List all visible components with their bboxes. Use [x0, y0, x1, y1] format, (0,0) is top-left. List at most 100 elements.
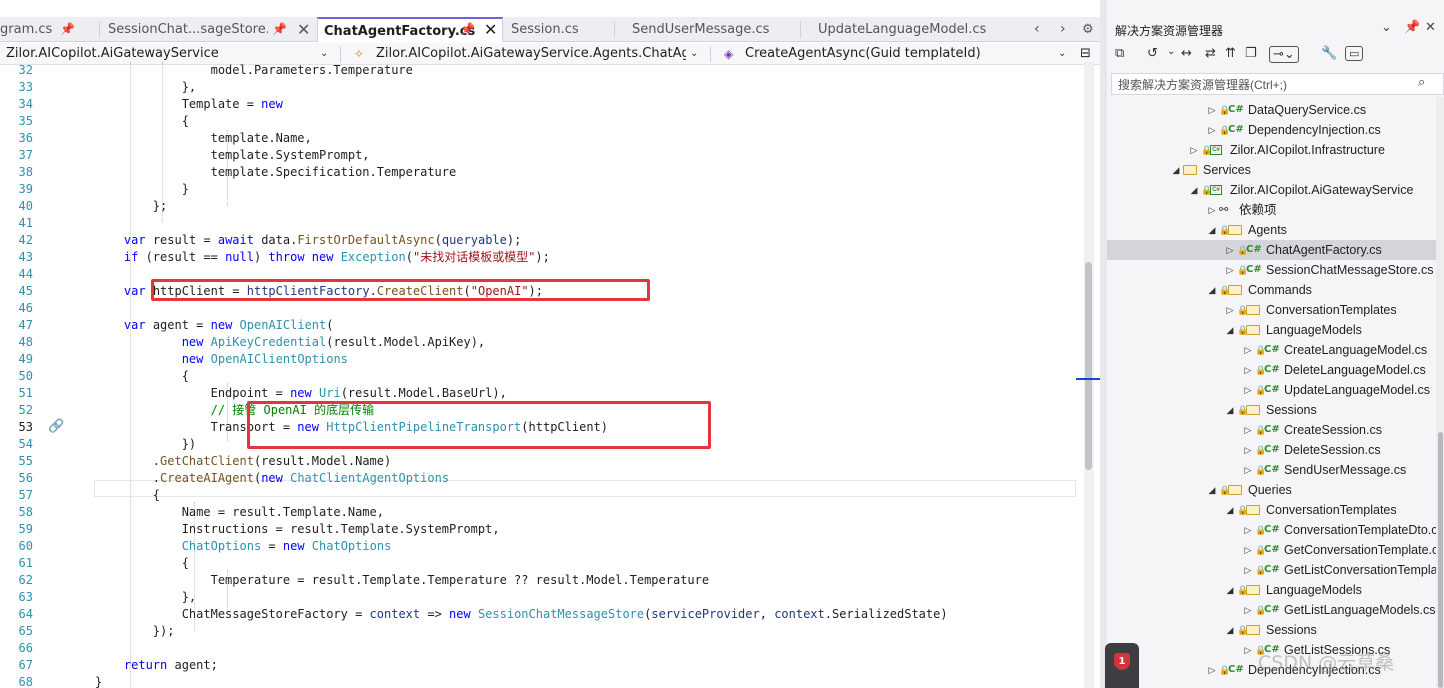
tree-node-deletesession-cs[interactable]: ▷ 🔒 C# DeleteSession.cs: [1107, 440, 1436, 460]
close-icon[interactable]: ✕: [1425, 20, 1436, 35]
pane-splitter[interactable]: [1100, 0, 1107, 688]
tree-node-getlistlanguagemodels-cs[interactable]: ▷ 🔒 C# GetListLanguageModels.cs: [1107, 600, 1436, 620]
search-icon[interactable]: ⌕: [1418, 75, 1425, 90]
solution-scroll-thumb[interactable]: [1438, 432, 1443, 688]
pin-icon[interactable]: 📌: [460, 17, 475, 42]
pin-icon[interactable]: 📌: [60, 17, 75, 42]
tab-label: SessionChat...sageStore.cs: [108, 22, 268, 37]
tree-node-createlanguagemodel-cs[interactable]: ▷ 🔒 C# CreateLanguageModel.cs: [1107, 340, 1436, 360]
gear-icon[interactable]: ⚙: [1082, 17, 1094, 42]
tree-node-sessions[interactable]: ◢ 🔒 Sessions: [1107, 400, 1436, 420]
tab-session[interactable]: Session.cs: [511, 17, 611, 42]
tree-node-chatagentfactory-cs[interactable]: ▷ 🔒 C# ChatAgentFactory.cs: [1107, 240, 1436, 260]
collapsed-arrow-icon[interactable]: ▷: [1243, 380, 1253, 400]
tree-node-sessions[interactable]: ◢ 🔒 Sessions: [1107, 620, 1436, 640]
notification-panel[interactable]: 1: [1105, 643, 1139, 688]
expanded-arrow-icon[interactable]: ◢: [1225, 500, 1235, 520]
preview-icon[interactable]: ▭: [1345, 46, 1364, 61]
close-icon[interactable]: ✕: [297, 17, 310, 42]
chevron-left-icon[interactable]: ‹: [1034, 17, 1040, 42]
tree-node-zilor-aicopilot-aigatewayservice[interactable]: ◢ 🔒 C# Zilor.AICopilot.AiGatewayService: [1107, 180, 1436, 200]
tree-node-conversationtemplates[interactable]: ◢ 🔒 ConversationTemplates: [1107, 500, 1436, 520]
close-icon[interactable]: ✕: [484, 17, 497, 42]
expanded-arrow-icon[interactable]: ◢: [1225, 320, 1235, 340]
csharp-file-icon: C#: [1264, 384, 1280, 395]
expanded-arrow-icon[interactable]: ◢: [1225, 400, 1235, 420]
collapsed-arrow-icon[interactable]: ▷: [1243, 540, 1253, 560]
collapsed-arrow-icon[interactable]: ▷: [1225, 240, 1235, 260]
collapsed-arrow-icon[interactable]: ▷: [1243, 560, 1253, 580]
collapsed-arrow-icon[interactable]: ▷: [1207, 200, 1217, 220]
switch-views-icon[interactable]: ⧉: [1115, 46, 1124, 61]
tree-node-conversationtemplatedto-cs[interactable]: ▷ 🔒 C# ConversationTemplateDto.cs: [1107, 520, 1444, 540]
highlight-box-transport: [247, 401, 711, 449]
collapse-all-icon[interactable]: ⇈: [1225, 46, 1236, 61]
collapsed-arrow-icon[interactable]: ▷: [1243, 600, 1253, 620]
expanded-arrow-icon[interactable]: ◢: [1207, 480, 1217, 500]
expanded-arrow-icon[interactable]: ◢: [1225, 580, 1235, 600]
collapsed-arrow-icon[interactable]: ▷: [1243, 340, 1253, 360]
tree-node-conversationtemplates[interactable]: ▷ 🔒 ConversationTemplates: [1107, 300, 1436, 320]
expanded-arrow-icon[interactable]: ◢: [1171, 160, 1181, 180]
properties-icon[interactable]: 🔧: [1321, 46, 1337, 61]
pin-icon[interactable]: 📌: [272, 17, 287, 42]
code-line: 61 {: [0, 555, 1085, 572]
tree-node-services[interactable]: ◢ Services: [1107, 160, 1436, 180]
tree-node-getlistconversationtemplates-cs[interactable]: ▷🔒C#GetListConversationTemplates.cs: [1107, 560, 1444, 580]
code-area[interactable]: 32 model.Parameters.Temperature 33 }, 34…: [0, 62, 1085, 688]
tab-send-user-message[interactable]: SendUserMessage.cs: [632, 17, 802, 42]
chevron-down-icon[interactable]: ⌄: [1381, 20, 1392, 35]
history-icon[interactable]: ↺: [1147, 46, 1158, 61]
line-number: 64: [18, 607, 33, 621]
expanded-arrow-icon[interactable]: ◢: [1207, 280, 1217, 300]
tree-node-createsession-cs[interactable]: ▷ 🔒 C# CreateSession.cs: [1107, 420, 1436, 440]
solution-search-input[interactable]: [1118, 76, 1408, 93]
solution-search-box[interactable]: ⌕: [1111, 73, 1444, 95]
filter-icon[interactable]: ⊸⌄: [1269, 46, 1299, 63]
tree-node-commands[interactable]: ◢ 🔒 Commands: [1107, 280, 1436, 300]
expanded-arrow-icon[interactable]: ◢: [1225, 620, 1235, 640]
tab-chat-agent-factory[interactable]: ChatAgentFactory.cs: [317, 17, 503, 42]
expanded-arrow-icon[interactable]: ◢: [1189, 180, 1199, 200]
collapsed-arrow-icon[interactable]: ▷: [1225, 260, 1235, 280]
collapsed-arrow-icon[interactable]: ▷: [1207, 100, 1217, 120]
expanded-arrow-icon[interactable]: ◢: [1207, 220, 1217, 240]
collapsed-arrow-icon[interactable]: ▷: [1189, 140, 1199, 160]
tree-node-dependencyinjection-cs[interactable]: ▷ 🔒 C# DependencyInjection.cs: [1107, 120, 1436, 140]
tree-node-sessionchatmessagestore-cs[interactable]: ▷ 🔒 C# SessionChatMessageStore.cs: [1107, 260, 1436, 280]
tree-node-sendusermessage-cs[interactable]: ▷ 🔒 C# SendUserMessage.cs: [1107, 460, 1436, 480]
tree-node-zilor-aicopilot-infrastructure[interactable]: ▷ 🔒 C# Zilor.AICopilot.Infrastructure: [1107, 140, 1436, 160]
tab-session-chat-message-store[interactable]: SessionChat...sageStore.cs: [108, 17, 268, 42]
show-all-files-icon[interactable]: ❐: [1245, 46, 1257, 61]
chevron-down-icon[interactable]: ⌄: [1167, 46, 1175, 57]
tree-node-dataqueryservice-cs[interactable]: ▷ 🔒 C# DataQueryService.cs: [1107, 100, 1436, 120]
chevron-right-icon[interactable]: ›: [1060, 17, 1066, 42]
tree-node-agents[interactable]: ◢ 🔒 Agents: [1107, 220, 1436, 240]
collapsed-arrow-icon[interactable]: ▷: [1243, 460, 1253, 480]
collapsed-arrow-icon[interactable]: ▷: [1243, 520, 1253, 540]
collapsed-arrow-icon[interactable]: ▷: [1243, 640, 1253, 660]
tab-separator: [99, 21, 100, 38]
tree-node-languagemodels[interactable]: ◢ 🔒 LanguageModels: [1107, 580, 1436, 600]
member-dropdown-value: CreateAgentAsync(Guid templateId): [745, 46, 981, 61]
tree-node-updatelanguagemodel-cs[interactable]: ▷ 🔒 C# UpdateLanguageModel.cs: [1107, 380, 1436, 400]
tree-node-languagemodels[interactable]: ◢ 🔒 LanguageModels: [1107, 320, 1436, 340]
tree-node-queries[interactable]: ◢ 🔒 Queries: [1107, 480, 1436, 500]
tab-update-language-model[interactable]: UpdateLanguageModel.cs: [818, 17, 1018, 42]
pin-icon[interactable]: 📌: [1404, 20, 1420, 35]
collapsed-arrow-icon[interactable]: ▷: [1207, 660, 1217, 680]
tree-node-getconversationtemplate-cs[interactable]: ▷ 🔒 C# GetConversationTemplate.cs: [1107, 540, 1444, 560]
tree-node-[interactable]: ▷ ⚯ 依赖项: [1107, 200, 1436, 220]
collapsed-arrow-icon[interactable]: ▷: [1243, 420, 1253, 440]
tree-node-deletelanguagemodel-cs[interactable]: ▷ 🔒 C# DeleteLanguageModel.cs: [1107, 360, 1436, 380]
collapsed-arrow-icon[interactable]: ▷: [1243, 360, 1253, 380]
line-number: 63: [18, 590, 33, 604]
editor-scroll-thumb[interactable]: [1085, 262, 1092, 470]
back-icon[interactable]: ↔: [1181, 46, 1192, 61]
collapsed-arrow-icon[interactable]: ▷: [1243, 440, 1253, 460]
collapsed-arrow-icon[interactable]: ▷: [1225, 300, 1235, 320]
sync-icon[interactable]: ⇄: [1205, 46, 1216, 61]
link-icon[interactable]: 🔗: [48, 419, 64, 434]
collapsed-arrow-icon[interactable]: ▷: [1207, 120, 1217, 140]
tab-program[interactable]: gram.cs: [0, 17, 60, 42]
